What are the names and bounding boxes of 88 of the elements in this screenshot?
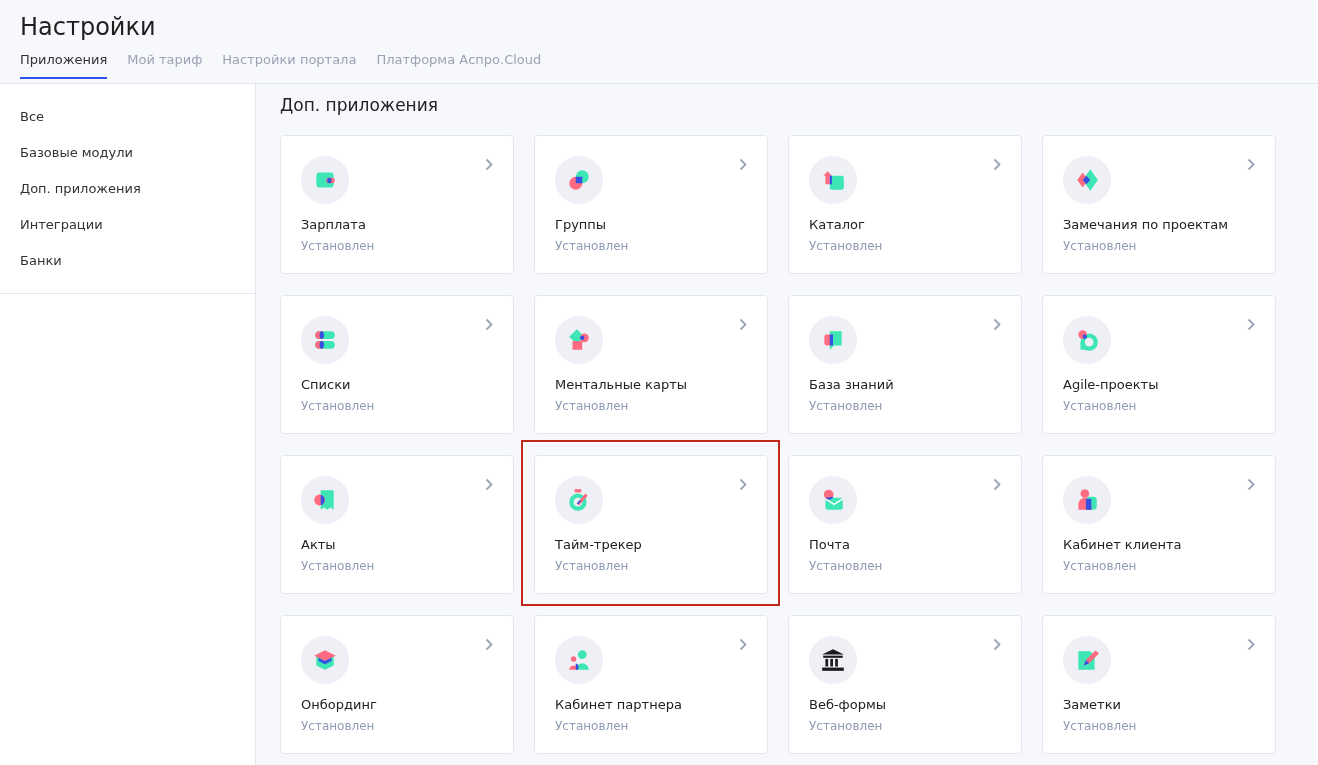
app-name: Каталог: [809, 217, 866, 233]
app-icon: [1063, 476, 1111, 524]
app-name: Кабинет клиента: [1063, 537, 1183, 553]
chevron-right-icon: [1247, 158, 1255, 171]
app-icon: [809, 476, 857, 524]
app-card[interactable]: Почта Установлен: [788, 455, 1022, 594]
app-status: Установлен: [809, 238, 884, 254]
app-status: Установлен: [555, 558, 630, 574]
app-icon: [809, 636, 857, 684]
sidebar-item[interactable]: Банки: [0, 245, 255, 281]
app-name: Почта: [809, 537, 851, 553]
app-status: Установлен: [809, 398, 884, 414]
app-status: Установлен: [301, 718, 376, 734]
app-card[interactable]: Тайм-трекер Установлен: [534, 455, 768, 594]
app-status: Установлен: [301, 558, 376, 574]
sidebar-item[interactable]: Базовые модули: [0, 137, 255, 173]
app-icon: [809, 316, 857, 364]
app-icon: [555, 636, 603, 684]
app-icon: [555, 156, 603, 204]
app-name: Тайм-трекер: [555, 537, 643, 553]
app-card[interactable]: Онбординг Установлен: [280, 615, 514, 754]
app-icon: [301, 156, 349, 204]
app-status: Установлен: [555, 238, 630, 254]
app-name: Веб-формы: [809, 697, 888, 713]
page-title: Настройки: [20, 12, 157, 43]
chevron-right-icon: [739, 318, 747, 331]
app-status: Установлен: [1063, 718, 1138, 734]
tab[interactable]: Приложения: [20, 52, 108, 79]
app-icon: [1063, 316, 1111, 364]
app-status: Установлен: [809, 558, 884, 574]
app-name: Списки: [301, 377, 352, 393]
chevron-right-icon: [739, 478, 747, 491]
app-card[interactable]: База знаний Установлен: [788, 295, 1022, 434]
app-card[interactable]: Веб-формы Установлен: [788, 615, 1022, 754]
app-name: Кабинет партнера: [555, 697, 683, 713]
app-card[interactable]: Группы Установлен: [534, 135, 768, 274]
app-card[interactable]: Заметки Установлен: [1042, 615, 1276, 754]
app-status: Установлен: [1063, 238, 1138, 254]
chevron-right-icon: [993, 158, 1001, 171]
chevron-right-icon: [739, 158, 747, 171]
chevron-right-icon: [1247, 638, 1255, 651]
app-status: Установлен: [1063, 558, 1138, 574]
app-card[interactable]: Зарплата Установлен: [280, 135, 514, 274]
app-card[interactable]: Замечания по проектам Установлен: [1042, 135, 1276, 274]
app-name: База знаний: [809, 377, 895, 393]
app-icon: [301, 476, 349, 524]
app-card[interactable]: Кабинет клиента Установлен: [1042, 455, 1276, 594]
app-name: Agile-проекты: [1063, 377, 1160, 393]
app-icon: [1063, 636, 1111, 684]
app-name: Группы: [555, 217, 608, 233]
app-icon: [555, 316, 603, 364]
sidebar-item[interactable]: Интеграции: [0, 209, 255, 245]
chevron-right-icon: [485, 478, 493, 491]
chevron-right-icon: [1247, 318, 1255, 331]
chevron-right-icon: [485, 158, 493, 171]
app-status: Установлен: [809, 718, 884, 734]
app-status: Установлен: [301, 238, 376, 254]
sidebar-item[interactable]: Все: [0, 101, 255, 137]
app-name: Акты: [301, 537, 337, 553]
chevron-right-icon: [993, 638, 1001, 651]
app-icon: [555, 476, 603, 524]
app-icon: [301, 316, 349, 364]
app-name: Ментальные карты: [555, 377, 689, 393]
sidebar-item[interactable]: Доп. приложения: [0, 173, 255, 209]
chevron-right-icon: [1247, 478, 1255, 491]
section-title: Доп. приложения: [280, 94, 439, 116]
app-icon: [809, 156, 857, 204]
app-card[interactable]: Ментальные карты Установлен: [534, 295, 768, 434]
app-status: Установлен: [301, 398, 376, 414]
app-name: Онбординг: [301, 697, 378, 713]
app-card[interactable]: Agile-проекты Установлен: [1042, 295, 1276, 434]
app-status: Установлен: [1063, 398, 1138, 414]
chevron-right-icon: [739, 638, 747, 651]
app-icon: [1063, 156, 1111, 204]
app-card[interactable]: Списки Установлен: [280, 295, 514, 434]
app-name: Зарплата: [301, 217, 367, 233]
app-status: Установлен: [555, 718, 630, 734]
chevron-right-icon: [485, 318, 493, 331]
app-card[interactable]: Каталог Установлен: [788, 135, 1022, 274]
app-card[interactable]: Акты Установлен: [280, 455, 514, 594]
app-name: Заметки: [1063, 697, 1122, 713]
app-card[interactable]: Кабинет партнера Установлен: [534, 615, 768, 754]
app-status: Установлен: [555, 398, 630, 414]
chevron-right-icon: [485, 638, 493, 651]
app-name: Замечания по проектам: [1063, 217, 1230, 233]
chevron-right-icon: [993, 478, 1001, 491]
chevron-right-icon: [993, 318, 1001, 331]
app-icon: [301, 636, 349, 684]
